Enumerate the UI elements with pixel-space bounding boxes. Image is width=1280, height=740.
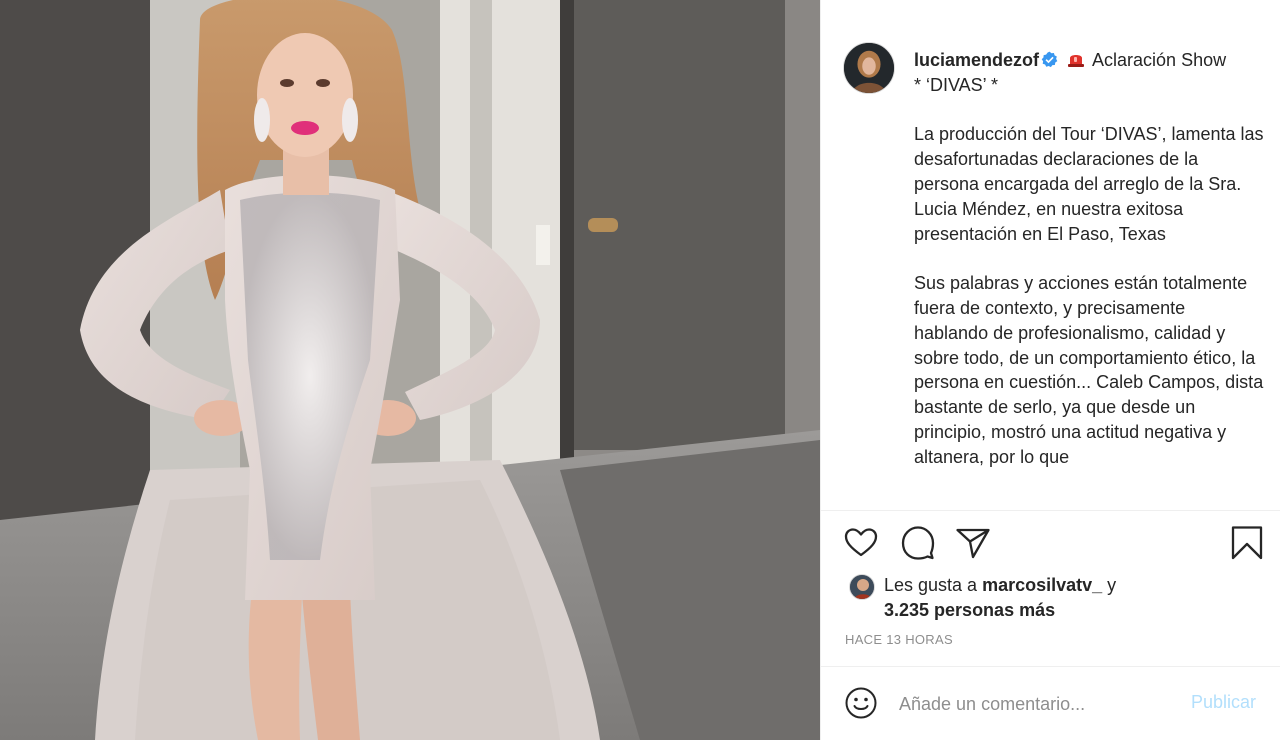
author-username[interactable]: luciamendezof xyxy=(914,50,1039,70)
comment-icon xyxy=(901,526,935,560)
avatar-image xyxy=(844,43,894,93)
liker-avatar[interactable] xyxy=(849,574,875,600)
verified-badge-icon xyxy=(1041,50,1058,68)
likes-connector: y xyxy=(1102,575,1117,595)
likes-count[interactable]: 3.235 personas más xyxy=(884,600,1055,620)
comment-button[interactable] xyxy=(899,524,937,562)
comment-input[interactable] xyxy=(899,690,1179,718)
caption-title-line2: * ‘DIVAS’ * xyxy=(914,74,999,95)
emoji-button[interactable] xyxy=(844,686,878,720)
heart-icon xyxy=(844,528,878,557)
post-timestamp[interactable]: HACE 13 HORAS xyxy=(845,632,953,647)
caption-title: Aclaración Show xyxy=(1092,50,1227,70)
save-button[interactable] xyxy=(1228,524,1266,562)
post-photo[interactable] xyxy=(0,0,820,740)
post-caption: luciamendezof Aclaración Show * ‘DIVAS’ *… xyxy=(914,48,1264,510)
publish-button[interactable]: Publicar xyxy=(1191,692,1256,713)
smiley-icon xyxy=(845,687,877,719)
likes-prefix: Les gusta a xyxy=(884,575,983,595)
post-side-panel: luciamendezof Aclaración Show * ‘DIVAS’ *… xyxy=(820,0,1280,740)
caption-header: luciamendezof Aclaración Show * ‘DIVAS’ * xyxy=(914,48,1264,98)
post-image xyxy=(0,0,820,740)
share-icon xyxy=(956,528,990,559)
divider xyxy=(821,510,1280,511)
bookmark-icon xyxy=(1231,526,1263,560)
likes-summary: Les gusta a marcosilvatv_ y 3.235 person… xyxy=(884,573,1244,623)
siren-emoji-icon xyxy=(1066,50,1086,68)
liker-username[interactable]: marcosilvatv_ xyxy=(982,575,1102,595)
caption-paragraph-1: La producción del Tour ‘DIVAS’, lamenta … xyxy=(914,124,1264,244)
like-button[interactable] xyxy=(842,524,880,562)
divider xyxy=(821,666,1280,667)
author-avatar[interactable] xyxy=(843,42,895,94)
share-button[interactable] xyxy=(954,524,992,562)
caption-paragraph-2: Sus palabras y acciones están totalmente… xyxy=(914,273,1264,467)
